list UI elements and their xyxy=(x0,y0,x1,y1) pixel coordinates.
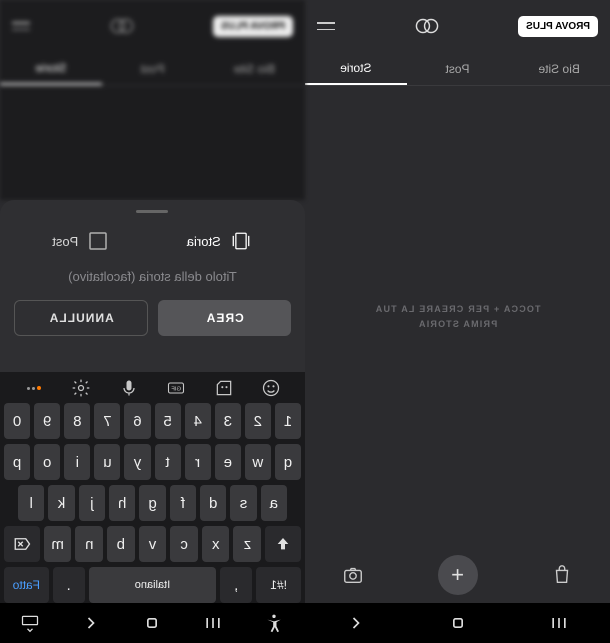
nav-home-icon[interactable] xyxy=(143,613,163,633)
shift-key[interactable] xyxy=(265,526,301,562)
drag-handle[interactable] xyxy=(137,210,169,213)
period-key[interactable]: . xyxy=(53,567,85,603)
create-button[interactable]: CREA xyxy=(159,300,292,336)
key-h[interactable]: h xyxy=(109,485,135,521)
camera-icon[interactable] xyxy=(342,564,364,586)
main-empty-area: TOCCA + PER CREARE LA TUA PRIMA STORIA xyxy=(305,86,610,547)
key-v[interactable]: v xyxy=(139,526,167,562)
key-0[interactable]: 0 xyxy=(4,403,30,439)
key-s[interactable]: s xyxy=(230,485,256,521)
bottom-action-bar: + xyxy=(305,547,610,603)
bag-icon[interactable] xyxy=(551,564,573,586)
type-label: Storia xyxy=(187,234,221,249)
key-1[interactable]: 1 xyxy=(275,403,301,439)
backspace-key[interactable] xyxy=(4,526,40,562)
key-8[interactable]: 8 xyxy=(64,403,90,439)
key-x[interactable]: x xyxy=(202,526,230,562)
key-w[interactable]: w xyxy=(245,444,271,480)
symbols-key[interactable]: !#1 xyxy=(256,567,301,603)
cancel-button[interactable]: ANNULLA xyxy=(14,300,149,336)
key-e[interactable]: e xyxy=(215,444,241,480)
tab-biosite[interactable]: Bio Site xyxy=(508,52,610,85)
keyboard: GIF 1234567890 qwertyuiop asdfghjkl zxcv… xyxy=(0,372,305,603)
key-g[interactable]: g xyxy=(139,485,165,521)
key-l[interactable]: l xyxy=(18,485,44,521)
menu-icon[interactable] xyxy=(317,22,335,30)
svg-text:GIF: GIF xyxy=(171,387,181,393)
post-square-icon xyxy=(86,229,110,253)
key-j[interactable]: j xyxy=(79,485,105,521)
key-p[interactable]: p xyxy=(4,444,30,480)
nav-back-icon[interactable] xyxy=(82,613,102,633)
key-9[interactable]: 9 xyxy=(34,403,60,439)
create-fab[interactable]: + xyxy=(438,555,478,595)
comma-key[interactable]: , xyxy=(220,567,252,603)
key-d[interactable]: d xyxy=(200,485,226,521)
mic-icon[interactable] xyxy=(119,378,139,398)
blurred-background: PROVA PLUS Bio Site Post Storie xyxy=(0,0,305,200)
sticker-icon[interactable] xyxy=(214,378,234,398)
key-6[interactable]: 6 xyxy=(124,403,150,439)
nav-home-icon[interactable] xyxy=(448,613,468,633)
tabs: Bio Site Post Storie xyxy=(305,52,610,86)
nav-recents-icon[interactable] xyxy=(204,613,224,633)
key-5[interactable]: 5 xyxy=(155,403,181,439)
type-option-storia[interactable]: Storia xyxy=(187,229,253,253)
type-option-post[interactable]: Post xyxy=(52,229,110,253)
story-stack-icon xyxy=(229,229,253,253)
key-f[interactable]: f xyxy=(170,485,196,521)
keyboard-hide-icon[interactable] xyxy=(21,613,41,633)
brand-logo-icon xyxy=(414,17,440,35)
key-4[interactable]: 4 xyxy=(185,403,211,439)
key-b[interactable]: b xyxy=(107,526,135,562)
key-o[interactable]: o xyxy=(34,444,60,480)
android-nav-bar xyxy=(0,603,305,643)
android-nav-bar xyxy=(305,603,610,643)
key-n[interactable]: n xyxy=(75,526,103,562)
top-bar: PROVA PLUS xyxy=(305,0,610,52)
key-u[interactable]: u xyxy=(94,444,120,480)
key-i[interactable]: i xyxy=(64,444,90,480)
space-key[interactable]: Italiano xyxy=(89,567,217,603)
key-z[interactable]: z xyxy=(234,526,262,562)
key-a[interactable]: a xyxy=(261,485,287,521)
key-7[interactable]: 7 xyxy=(94,403,120,439)
keyboard-toolbar: GIF xyxy=(4,378,301,398)
type-label: Post xyxy=(52,234,78,249)
gif-icon[interactable]: GIF xyxy=(166,378,186,398)
key-t[interactable]: t xyxy=(155,444,181,480)
key-2[interactable]: 2 xyxy=(245,403,271,439)
emoji-icon[interactable] xyxy=(261,378,281,398)
tab-storie[interactable]: Storie xyxy=(305,52,407,85)
nav-back-icon[interactable] xyxy=(346,613,366,633)
key-c[interactable]: c xyxy=(170,526,198,562)
key-r[interactable]: r xyxy=(185,444,211,480)
story-title-input[interactable]: Titolo della storia (facoltativo) xyxy=(14,269,291,284)
key-m[interactable]: m xyxy=(44,526,72,562)
key-3[interactable]: 3 xyxy=(215,403,241,439)
create-modal: Storia Post Titolo della storia (facolta… xyxy=(0,200,305,372)
settings-icon[interactable] xyxy=(71,378,91,398)
accessibility-icon[interactable] xyxy=(265,613,285,633)
nav-recents-icon[interactable] xyxy=(549,613,569,633)
try-plus-badge[interactable]: PROVA PLUS xyxy=(518,16,598,37)
empty-state-text: TOCCA + PER CREARE LA TUA PRIMA STORIA xyxy=(375,302,541,331)
more-icon[interactable] xyxy=(24,378,44,398)
done-key[interactable]: Fatto xyxy=(4,567,49,603)
tab-post[interactable]: Post xyxy=(407,52,509,85)
key-y[interactable]: y xyxy=(124,444,150,480)
key-q[interactable]: q xyxy=(275,444,301,480)
key-k[interactable]: k xyxy=(48,485,74,521)
